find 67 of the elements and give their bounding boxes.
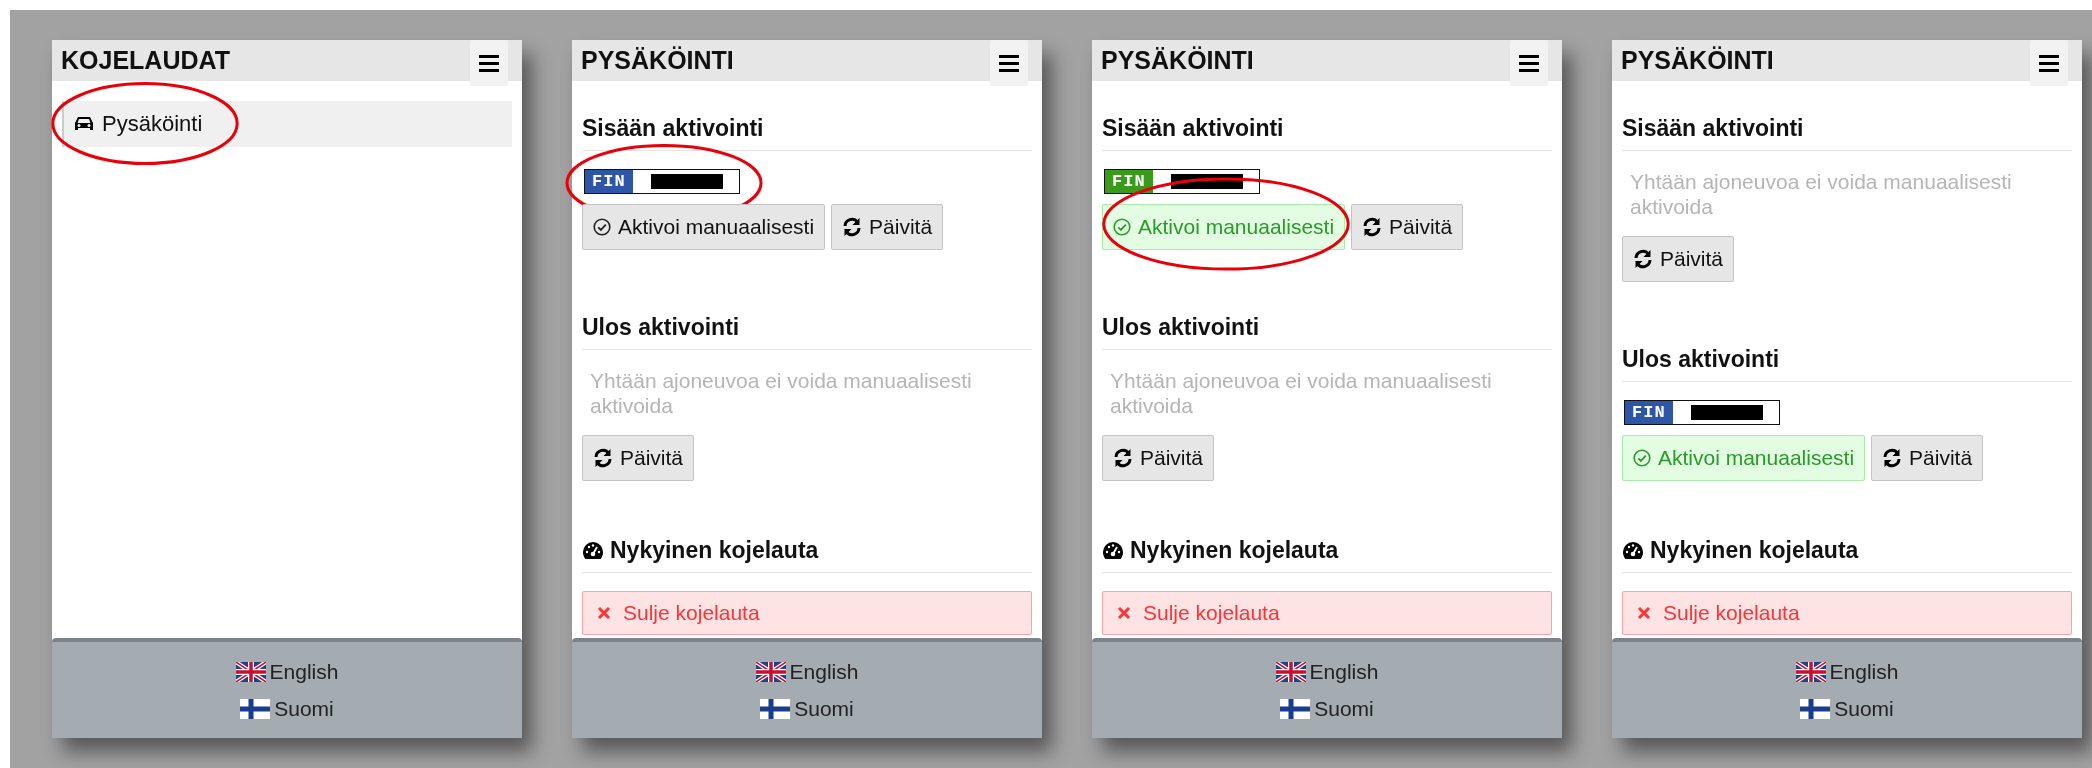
country-code: FIN [585, 170, 633, 193]
refresh-icon [1633, 249, 1653, 269]
section-heading: Ulos aktivointi [1622, 346, 1780, 373]
menu-item[interactable]: Pysäköinti [62, 101, 512, 147]
panel-title: KOJELAUDAT [60, 46, 230, 75]
refresh-button[interactable]: Päivitä [1351, 204, 1464, 250]
section-heading: Nykyinen kojelauta [1650, 537, 1859, 564]
menu-button[interactable] [990, 40, 1028, 86]
refresh-icon [593, 448, 613, 468]
country-code: FIN [1105, 170, 1153, 193]
section-heading: Sisään aktivointi [582, 115, 764, 142]
uk-flag-icon [1795, 661, 1826, 682]
language-link[interactable]: Suomi [1280, 696, 1374, 721]
empty-message: Yhtään ajoneuvoa ei voida manuaalisesti aktivoida [1109, 368, 1493, 418]
panel-title: PYSÄKÖINTI [1620, 46, 1774, 75]
menu-icon [2039, 54, 2059, 72]
uk-flag-icon [755, 661, 786, 682]
empty-message: Yhtään ajoneuvoa ei voida manuaalisesti aktivoida [589, 368, 973, 418]
refresh-button[interactable]: Päivitä [1102, 435, 1215, 481]
refresh-icon [1113, 448, 1133, 468]
country-code: FIN [1625, 401, 1673, 424]
refresh-button[interactable]: Päivitä [1622, 236, 1735, 282]
menu-icon [1519, 54, 1539, 72]
close-icon [1117, 606, 1131, 620]
car-icon [74, 116, 94, 132]
menu-icon [999, 54, 1019, 72]
empty-message: Yhtään ajoneuvoa ei voida manuaalisesti aktivoida [1629, 169, 2013, 219]
gauge-icon [1102, 541, 1124, 560]
section-heading: Nykyinen kojelauta [1130, 537, 1339, 564]
language-link[interactable]: Suomi [240, 696, 334, 721]
refresh-button[interactable]: Päivitä [831, 204, 944, 250]
language-link[interactable]: Suomi [1800, 696, 1894, 721]
gauge-icon [582, 541, 604, 560]
refresh-icon [842, 217, 863, 237]
check-circle-icon [593, 218, 611, 236]
check-circle-icon [1633, 449, 1651, 467]
language-link[interactable]: Suomi [760, 696, 854, 721]
language-link[interactable]: English [1795, 659, 1899, 684]
section-heading: Ulos aktivointi [1102, 314, 1260, 341]
uk-flag-icon [235, 661, 266, 682]
finnish-flag-icon [760, 698, 791, 719]
close-icon [597, 606, 611, 620]
menu-button[interactable] [1510, 40, 1548, 86]
finnish-flag-icon [1280, 698, 1311, 719]
language-link[interactable]: English [235, 659, 339, 684]
language-link[interactable]: English [1275, 659, 1379, 684]
refresh-icon [1362, 217, 1383, 237]
section-heading: Nykyinen kojelauta [610, 537, 819, 564]
menu-button[interactable] [470, 40, 508, 86]
panel-title: PYSÄKÖINTI [580, 46, 734, 75]
finnish-flag-icon [240, 698, 271, 719]
check-circle-icon [1113, 218, 1131, 236]
section-heading: Sisään aktivointi [1622, 115, 1804, 142]
section-heading: Sisään aktivointi [1102, 115, 1284, 142]
close-icon [1637, 606, 1651, 620]
uk-flag-icon [1275, 661, 1306, 682]
refresh-button[interactable]: Päivitä [582, 435, 695, 481]
menu-icon [479, 54, 499, 72]
refresh-button[interactable]: Päivitä [1871, 435, 1984, 481]
gauge-icon [1622, 541, 1644, 560]
menu-button[interactable] [2030, 40, 2068, 86]
refresh-icon [1882, 448, 1903, 468]
activate-button[interactable]: Aktivoi manuaalisesti [582, 204, 826, 250]
language-link[interactable]: English [755, 659, 859, 684]
finnish-flag-icon [1800, 698, 1831, 719]
panel-title: PYSÄKÖINTI [1100, 46, 1254, 75]
section-heading: Ulos aktivointi [582, 314, 740, 341]
